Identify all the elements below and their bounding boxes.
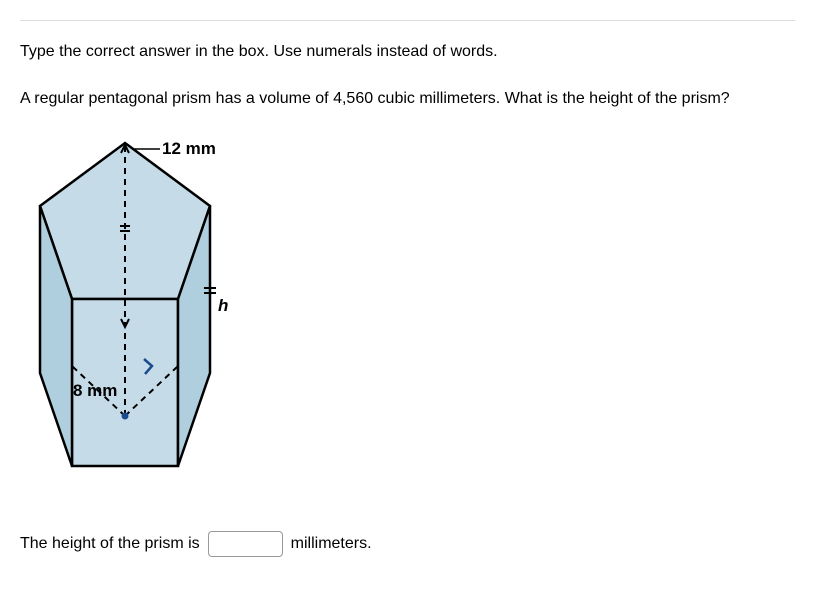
instruction-text: Type the correct answer in the box. Use … [20,41,795,63]
divider [20,20,795,21]
label-side-length: 12 mm [162,139,216,159]
question-text: A regular pentagonal prism has a volume … [20,88,795,110]
label-apothem: 8 mm [73,381,117,401]
answer-row: The height of the prism is millimeters. [20,531,795,557]
pentagonal-prism-svg [20,131,270,501]
answer-input[interactable] [208,531,283,557]
answer-prefix: The height of the prism is [20,535,200,553]
prism-figure: 12 mm h 8 mm [20,131,270,501]
label-height: h [218,296,228,316]
answer-suffix: millimeters. [291,535,372,553]
